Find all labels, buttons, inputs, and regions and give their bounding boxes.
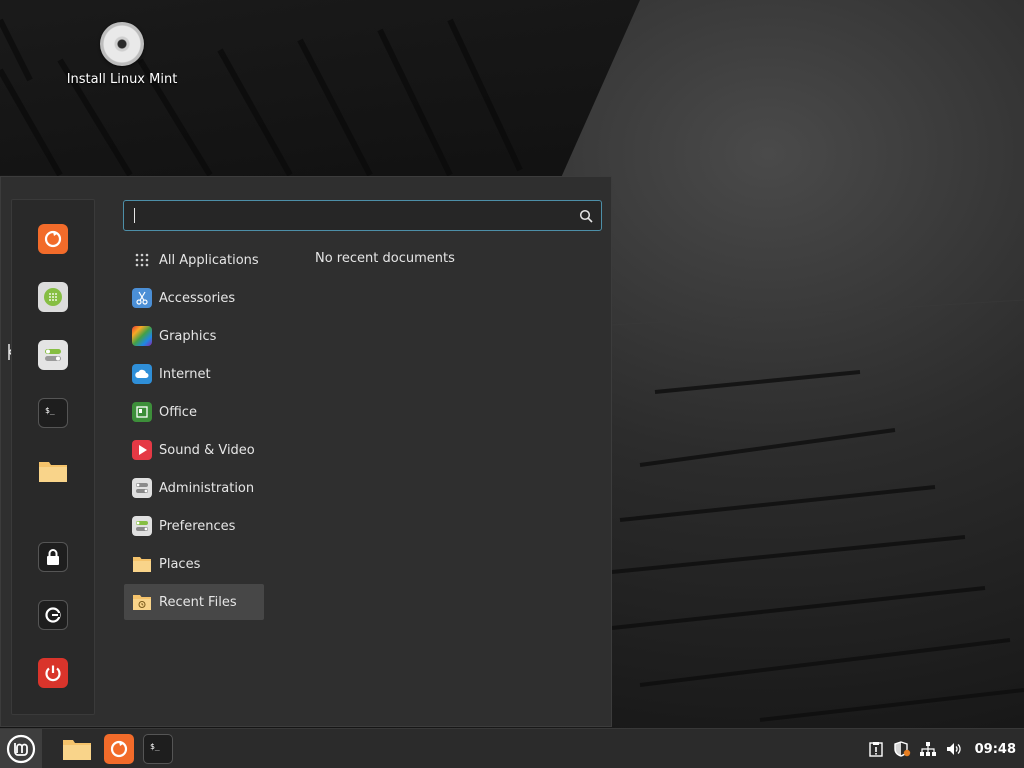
install-linux-mint-desktop-icon[interactable]: Install Linux Mint: [62, 22, 182, 87]
category-internet[interactable]: Internet: [124, 356, 264, 392]
search-box[interactable]: [123, 200, 602, 231]
svg-text:$_: $_: [45, 406, 55, 415]
category-label: Places: [159, 556, 201, 572]
files-folder-icon[interactable]: [38, 456, 68, 486]
document-icon: [132, 402, 152, 422]
firefox-icon[interactable]: [104, 734, 134, 764]
category-label: Internet: [159, 366, 211, 382]
play-icon: [132, 440, 152, 460]
logout-icon[interactable]: [38, 600, 68, 630]
software-manager-icon[interactable]: [38, 282, 68, 312]
linux-mint-logo-icon: [6, 734, 36, 764]
category-label: Graphics: [159, 328, 217, 344]
files-folder-icon[interactable]: [62, 734, 92, 764]
toggles-green-icon: [132, 516, 152, 536]
category-graphics[interactable]: Graphics: [124, 318, 264, 354]
power-off-icon[interactable]: [38, 658, 68, 688]
search-icon: [579, 209, 593, 227]
system-tray: 09:48: [859, 729, 1016, 768]
terminal-icon[interactable]: $_: [143, 734, 173, 764]
category-list: All Applications Accessories Graphics In…: [124, 242, 264, 622]
desktop-icon-label: Install Linux Mint: [66, 72, 178, 87]
clock[interactable]: 09:48: [975, 742, 1016, 757]
category-recent-files[interactable]: Recent Files: [124, 584, 264, 620]
category-all-applications[interactable]: All Applications: [124, 242, 264, 278]
category-label: Administration: [159, 480, 255, 496]
update-manager-icon[interactable]: [867, 740, 885, 758]
firefox-icon[interactable]: [38, 224, 68, 254]
category-label: Accessories: [159, 290, 236, 306]
folder-icon: [132, 554, 152, 574]
category-label: Recent Files: [159, 594, 237, 610]
category-label: All Applications: [159, 252, 259, 268]
lock-screen-icon[interactable]: [38, 542, 68, 572]
disc-icon: [100, 22, 144, 66]
mint-menu-button[interactable]: [0, 729, 42, 768]
no-recent-documents-text: No recent documents: [315, 251, 455, 266]
category-office[interactable]: Office: [124, 394, 264, 430]
grid-icon: [132, 250, 152, 270]
volume-icon[interactable]: [945, 740, 963, 758]
color-palette-icon: [132, 326, 152, 346]
toggles-icon: [132, 478, 152, 498]
recent-folder-icon: [132, 592, 152, 612]
shield-icon[interactable]: [893, 740, 911, 758]
category-label: Sound & Video: [159, 442, 255, 458]
cloud-icon: [132, 364, 152, 384]
search-input[interactable]: [124, 201, 564, 230]
category-label: Preferences: [159, 518, 236, 534]
category-places[interactable]: Places: [124, 546, 264, 582]
terminal-icon[interactable]: $_: [38, 398, 68, 428]
network-icon[interactable]: [919, 740, 937, 758]
favorites-sidebar: $_: [11, 199, 95, 715]
text-cursor: [134, 208, 135, 223]
scissors-icon: [132, 288, 152, 308]
category-accessories[interactable]: Accessories: [124, 280, 264, 316]
bottom-panel: $_ 09:48: [0, 728, 1024, 768]
svg-text:$_: $_: [150, 742, 160, 751]
application-menu: $_ All Applications Accessories Graphics…: [0, 176, 612, 727]
category-administration[interactable]: Administration: [124, 470, 264, 506]
system-settings-icon[interactable]: [38, 340, 68, 370]
category-preferences[interactable]: Preferences: [124, 508, 264, 544]
category-label: Office: [159, 404, 197, 420]
category-sound-video[interactable]: Sound & Video: [124, 432, 264, 468]
